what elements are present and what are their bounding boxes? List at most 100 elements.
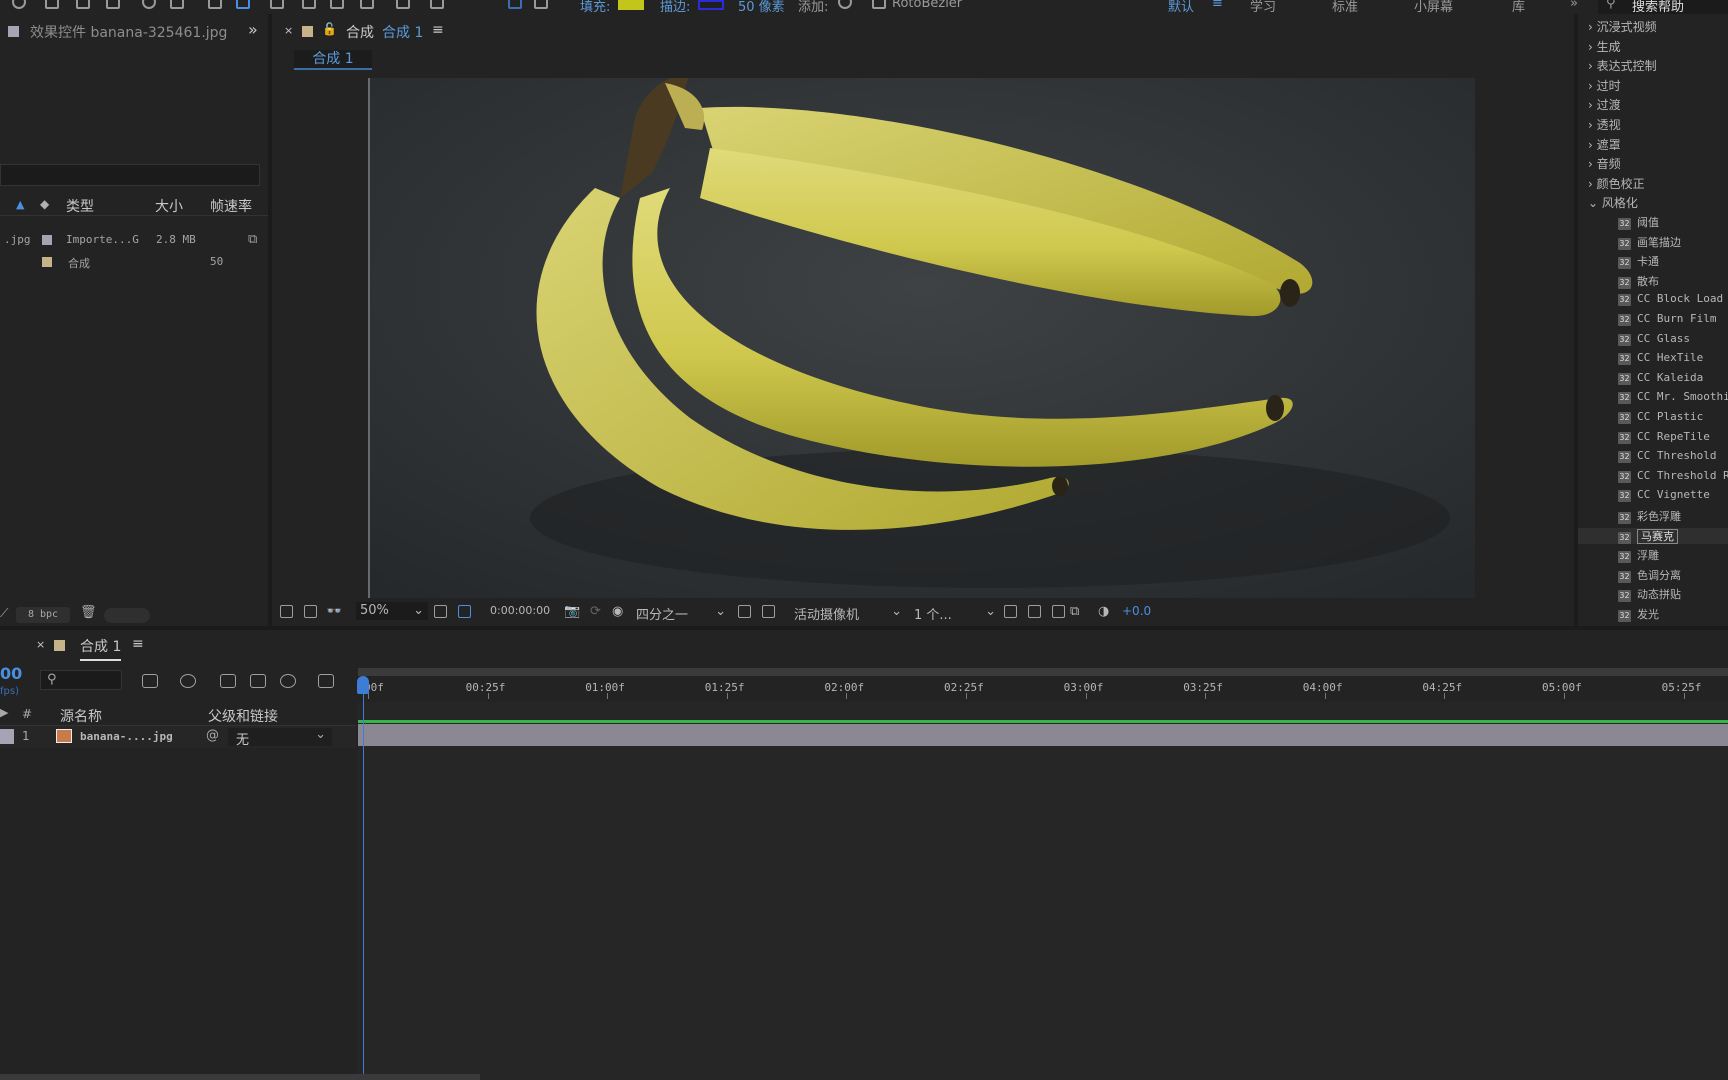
snap-options-icon[interactable] [534,0,548,9]
orbit-tool-icon[interactable] [45,0,59,9]
timeline-scrollbar[interactable] [0,1074,480,1080]
pickwhip-icon[interactable]: @ [206,728,219,743]
layer-duration-bar[interactable] [358,724,1728,746]
layer-row[interactable]: 1 banana-....jpg @ 无 ⌄ [0,726,356,748]
roto-brush-tool-icon[interactable] [396,0,410,9]
project-item-row[interactable]: .jpg Importe...G 2.8 MB ⧉ [0,230,268,250]
column-size[interactable]: 大小 [155,196,183,216]
thumbnail-slider[interactable] [104,608,150,623]
workspace-standard[interactable]: 标准 [1332,0,1358,14]
timeline-tab-label[interactable]: 合成 1 [80,636,122,661]
effect-item[interactable]: 32 CC Mr. Smoothie [1618,390,1728,405]
stroke-color-swatch[interactable] [698,0,724,10]
mask-visibility-icon[interactable]: 👓 [326,604,342,619]
work-area-bar[interactable] [358,668,1728,676]
project-search-input[interactable] [0,164,260,186]
effect-category[interactable]: › 生成 [1588,38,1621,55]
camera-dropdown[interactable]: 活动摄像机 ⌄ [794,604,902,623]
expand-icon[interactable]: ▶ [0,706,8,719]
flowchart-icon[interactable]: ⧉ [1070,604,1079,619]
effect-item[interactable]: 32 阈值 [1618,214,1659,230]
exposure-value[interactable]: +0.0 [1122,604,1151,618]
effect-item[interactable]: 32 CC Plastic [1618,410,1703,424]
layer-label-color[interactable] [0,729,14,744]
region-of-interest-icon[interactable] [738,605,751,618]
effect-category[interactable]: › 颜色校正 [1588,175,1645,192]
column-framerate[interactable]: 帧速率 [210,196,252,216]
close-tab-icon[interactable]: × [284,24,293,37]
workspace-overflow-icon[interactable]: » [1570,0,1578,11]
show-snapshot-icon[interactable]: ⟳ [590,604,601,619]
viewer-tab-comp-name[interactable]: 合成 1 [382,22,423,42]
stroke-size-value[interactable]: 50 像素 [738,0,785,14]
current-time-display[interactable]: 00 [0,664,22,683]
rectangle-tool-icon[interactable] [208,0,222,9]
text-tool-icon[interactable] [270,0,284,9]
effect-item[interactable]: 32 发光 [1618,606,1659,622]
effect-item[interactable]: 32 彩色浮雕 [1618,508,1681,524]
always-preview-icon[interactable] [280,605,293,618]
effect-item[interactable]: 32 画笔描边 [1618,234,1681,250]
puppet-tool-icon[interactable] [430,0,444,9]
zoom-tool-icon[interactable] [12,0,26,9]
trash-icon[interactable]: 🗑 [80,605,97,620]
toggle-pixel-aspect-icon[interactable] [1004,605,1017,618]
layer-name[interactable]: banana-....jpg [80,730,173,743]
hierarchy-icon[interactable]: ⧉ [248,232,257,247]
playhead-handle[interactable] [357,676,369,694]
project-item-row[interactable]: 合成 50 [0,252,268,272]
menu-lines-icon[interactable]: ≡ [1212,0,1223,11]
frame-blending-icon[interactable] [250,674,266,688]
add-options-icon[interactable] [838,0,852,9]
column-type[interactable]: 类型 [66,196,94,216]
resolution-dropdown[interactable]: 四分之一 ⌄ [636,604,726,623]
workspace-library[interactable]: 库 [1512,0,1525,14]
playhead-line[interactable] [363,676,364,1080]
rotobezier-checkbox[interactable] [872,0,886,9]
brush-tool-icon[interactable] [302,0,316,9]
eraser-tool-icon[interactable] [360,0,374,9]
views-dropdown[interactable]: 1 个... ⌄ [914,604,996,623]
monitor-icon[interactable] [304,605,317,618]
panel-overflow-icon[interactable]: » [248,20,258,39]
effect-category[interactable]: › 透视 [1588,116,1621,133]
effect-controls-tab[interactable]: 效果控件 banana-325461.jpg [30,22,227,42]
comp-flowchart-tab[interactable]: 合成 1 [294,50,372,70]
graph-editor-icon[interactable] [318,674,334,688]
timeline-icon[interactable] [1052,605,1065,618]
tab-menu-icon[interactable]: ≡ [132,636,144,652]
close-tab-icon[interactable]: × [36,638,45,651]
label-tag-icon[interactable]: ◆ [40,197,49,211]
composition-canvas[interactable] [370,78,1475,598]
effect-category[interactable]: › 遮罩 [1588,136,1621,153]
effect-item[interactable]: 32 CC Kaleida [1618,371,1703,385]
rotate-tool-icon[interactable] [142,0,156,9]
effect-item[interactable]: 32 卡通 [1618,253,1659,270]
effect-category[interactable]: › 音频 [1588,155,1621,172]
effect-item[interactable]: 32 CC Burn Film [1618,312,1716,326]
effect-category-expanded[interactable]: ⌄ 风格化 [1588,194,1638,211]
shy-layers-icon[interactable] [220,674,236,688]
fast-previews-icon[interactable] [1028,605,1041,618]
grid-guides-icon[interactable] [434,605,447,618]
effect-category[interactable]: › 过时 [1588,77,1621,94]
comp-mini-flowchart-icon[interactable] [142,674,158,688]
clone-stamp-tool-icon[interactable] [330,0,344,9]
effect-category[interactable]: › 沉浸式视频 [1588,18,1657,35]
effect-item[interactable]: 32 CC Threshold [1618,449,1716,464]
effect-item[interactable]: 32 色调分离 [1618,567,1681,583]
effect-item[interactable]: 32 CC Threshold RGB [1618,469,1728,483]
interpret-footage-icon[interactable]: ⟋ [0,606,8,621]
timeline-search-input[interactable]: ⚲ [40,670,122,690]
effect-item[interactable]: 32 CC Block Load [1618,292,1723,307]
motion-blur-icon[interactable] [280,674,296,688]
workspace-small-screen[interactable]: 小屏幕 [1414,0,1453,14]
color-channels-icon[interactable]: ◉ [612,604,623,619]
dolly-tool-icon[interactable] [106,0,120,9]
workspace-learn[interactable]: 学习 [1250,0,1276,14]
lock-icon[interactable]: 🔓 [322,22,337,36]
parent-dropdown[interactable]: 无 ⌄ [228,727,332,748]
effect-category[interactable]: › 表达式控制 [1588,57,1657,74]
pan-tool-icon[interactable] [76,0,90,9]
pan-behind-tool-icon[interactable] [170,0,184,9]
